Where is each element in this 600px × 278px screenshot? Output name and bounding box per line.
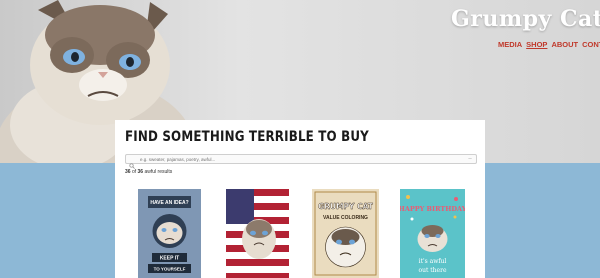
american-flag-cat-poster-icon: [226, 189, 289, 278]
main-nav: MEDIA SHOP ABOUT CONTACT: [498, 40, 600, 49]
search-input[interactable]: [140, 155, 460, 163]
search-icon: [129, 156, 135, 169]
keep-it-to-yourself-poster-icon: HAVE AN IDEA? KEEP IT TO YOURSELF: [138, 189, 201, 278]
product-card-4[interactable]: HAPPY BIRTHDAY it's awful out there: [400, 189, 465, 278]
product-1-text-2: KEEP IT: [160, 256, 179, 262]
shop-panel: FIND SOMETHING TERRIBLE TO BUY – 36 of 3…: [115, 120, 485, 278]
product-1-text-3: TO YOURSELF: [154, 267, 186, 272]
product-card-3[interactable]: GRUMPY CAT VALUE COLORING: [312, 189, 379, 278]
results-count: 36 of 36 awful results: [125, 169, 172, 175]
shop-title: FIND SOMETHING TERRIBLE TO BUY: [125, 129, 369, 145]
birthday-card-icon: HAPPY BIRTHDAY it's awful out there: [400, 189, 465, 278]
nav-media[interactable]: MEDIA: [498, 40, 522, 49]
nav-shop[interactable]: SHOP: [526, 40, 547, 49]
product-4-text-3: out there: [418, 267, 446, 274]
nav-contact[interactable]: CONTACT: [582, 40, 600, 49]
coloring-book-cover-icon: GRUMPY CAT VALUE COLORING: [312, 189, 379, 278]
results-total: 36: [137, 169, 144, 175]
product-3-text-1: GRUMPY CAT: [318, 202, 374, 211]
product-card-2[interactable]: [226, 189, 289, 278]
product-card-1[interactable]: HAVE AN IDEA? KEEP IT TO YOURSELF: [138, 189, 201, 278]
product-3-text-2: VALUE COLORING: [323, 215, 368, 221]
product-4-text-1: HAPPY BIRTHDAY: [400, 205, 465, 213]
product-1-text-1: HAVE AN IDEA?: [150, 200, 188, 206]
product-4-text-2: it's awful: [419, 258, 447, 265]
nav-about[interactable]: ABOUT: [551, 40, 578, 49]
results-of: of: [131, 169, 137, 175]
results-shown: 36: [125, 169, 131, 175]
search-clear-icon[interactable]: –: [466, 156, 474, 162]
site-logo[interactable]: Grumpy Cat: [451, 6, 600, 32]
search-box[interactable]: –: [125, 154, 477, 169]
results-suffix: awful results: [144, 169, 173, 175]
